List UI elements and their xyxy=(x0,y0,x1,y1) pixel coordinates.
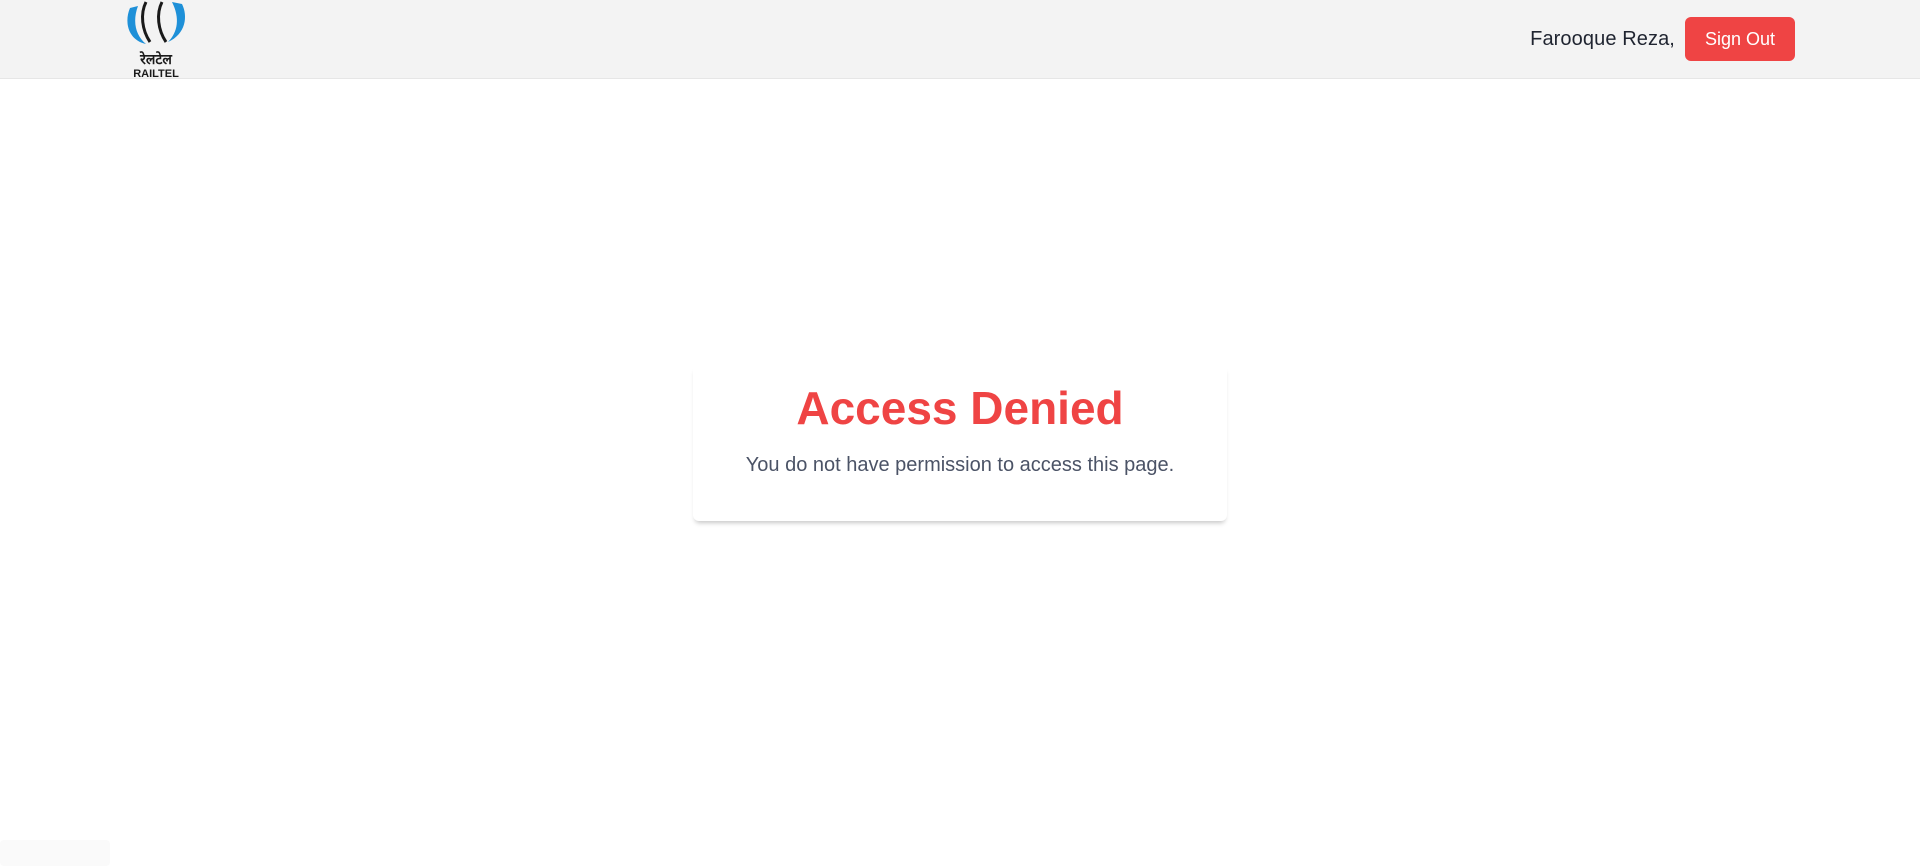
corner-widget xyxy=(0,840,110,866)
railtel-logo[interactable]: रेलटेल RAILTEL xyxy=(122,0,190,79)
logo-hindi-text: रेलटेल xyxy=(139,51,173,68)
page-title: Access Denied xyxy=(796,382,1124,434)
user-area: Farooque Reza, Sign Out xyxy=(1530,17,1795,61)
top-header: रेलटेल RAILTEL Farooque Reza, Sign Out xyxy=(0,0,1920,79)
access-denied-message: You do not have permission to access thi… xyxy=(745,453,1175,476)
user-name: Farooque Reza, xyxy=(1530,27,1675,50)
logo-brand-text: RAILTEL xyxy=(133,68,179,79)
access-denied-card: Access Denied You do not have permission… xyxy=(693,365,1227,521)
railtel-logo-icon: रेलटेल RAILTEL xyxy=(127,1,186,79)
sign-out-button[interactable]: Sign Out xyxy=(1684,17,1795,61)
